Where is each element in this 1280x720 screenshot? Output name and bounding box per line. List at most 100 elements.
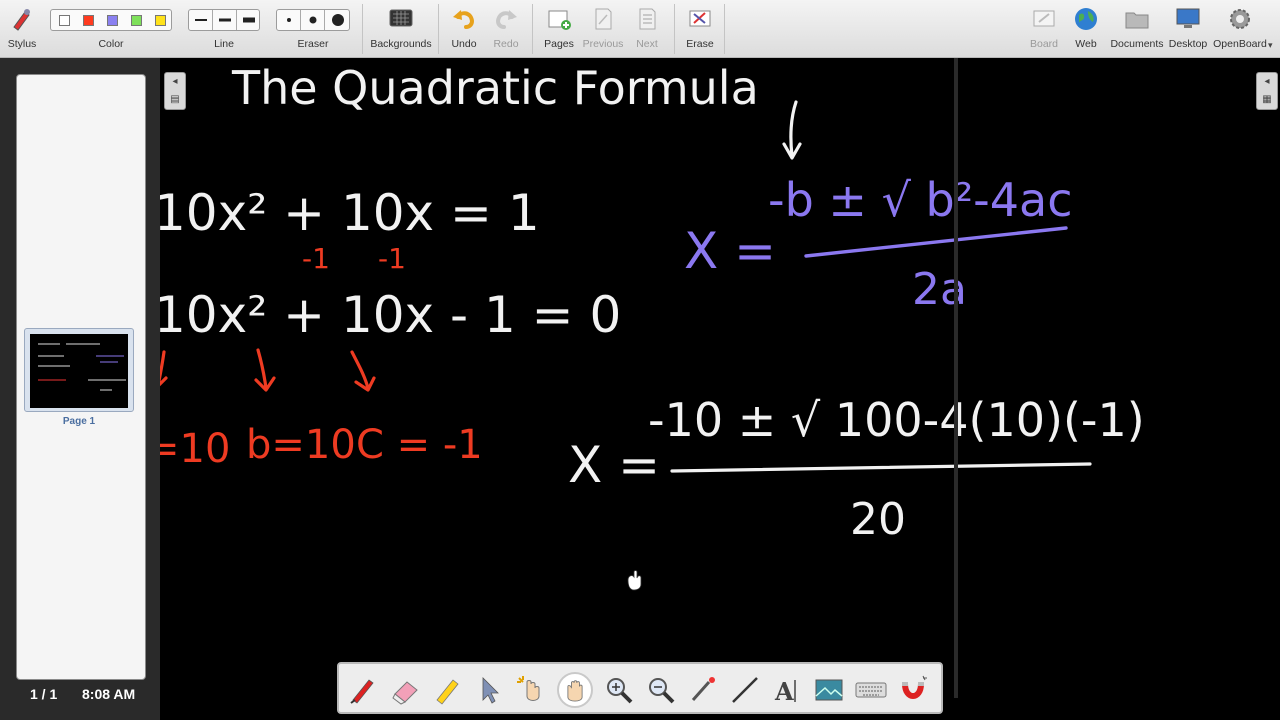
interact-icon[interactable] [513, 672, 549, 708]
formula-fraction-bar [804, 226, 1068, 258]
floating-tool-palette: A [337, 662, 943, 714]
openboard-menu-button[interactable]: OpenBoard [1210, 0, 1270, 58]
swatch-yellow[interactable] [155, 15, 166, 26]
line-medium[interactable] [213, 10, 237, 30]
arrow-to-b [254, 348, 276, 392]
globe-icon [1075, 8, 1097, 30]
formula-lhs: X = [684, 222, 776, 280]
color-picker[interactable]: Color [48, 0, 174, 58]
svg-text:A: A [774, 677, 794, 706]
swatch-green[interactable] [131, 15, 142, 26]
separator [362, 4, 363, 54]
separator [674, 4, 675, 54]
monitor-icon [1176, 8, 1200, 28]
substitution-denominator: 20 [850, 494, 906, 545]
collapse-left-panel-tab[interactable]: ◂ ▤ [164, 72, 186, 110]
line-width-bar [188, 9, 260, 31]
previous-page-button[interactable]: Previous [582, 0, 624, 58]
formula-denominator: 2a [912, 264, 967, 315]
erase-board-icon [689, 10, 711, 27]
magnet-icon[interactable] [895, 672, 931, 708]
stylus-icon [13, 9, 30, 31]
substitution-numerator: -10 ± √ 100-4(10)(-1) [648, 393, 1145, 447]
eraser-size-bar [276, 9, 350, 31]
chevron-left-icon: ◂ [1264, 76, 1270, 87]
board-title: The Quadratic Formula [231, 61, 759, 115]
equation-1: 10x² + 10x = 1 [160, 184, 540, 242]
capture-icon[interactable] [811, 672, 847, 708]
page-thumbnail[interactable] [24, 328, 134, 412]
coefficient-a: =10 [160, 426, 230, 472]
stylus-button[interactable]: Stylus [4, 0, 40, 58]
subtract-one-right: -1 [378, 242, 406, 275]
next-page-button[interactable]: Next [626, 0, 668, 58]
eraser-medium[interactable] [301, 10, 325, 30]
text-icon[interactable]: A [769, 672, 805, 708]
separator [438, 4, 439, 54]
main-toolbar: Stylus Color Line Eraser Backgrounds Und… [0, 0, 1280, 58]
folder-icon [1125, 12, 1149, 29]
hand-tool-button[interactable] [557, 672, 593, 708]
line-icon[interactable] [727, 672, 763, 708]
board-button[interactable]: Board [1024, 0, 1064, 58]
selector-icon[interactable] [471, 672, 507, 708]
coefficient-b: b=10 [246, 422, 356, 468]
eraser-size-picker[interactable]: Eraser [274, 0, 352, 58]
keyboard-icon[interactable] [853, 672, 889, 708]
thumbnail-label: Page 1 [62, 416, 96, 427]
swatch-red[interactable] [83, 15, 94, 26]
line-thin[interactable] [189, 10, 213, 30]
board-icon [1033, 10, 1055, 27]
board-ink: The Quadratic Formula V 10x² + 10x = 1 -… [160, 58, 1145, 698]
substitution-fraction-bar [670, 462, 1092, 473]
equation-2: 10x² + 10x - 1 = 0 [160, 286, 621, 344]
erase-button[interactable]: Erase [680, 0, 720, 58]
pointer-arrow [782, 100, 802, 160]
page-icon: ▤ [170, 94, 180, 105]
previous-page-icon [595, 8, 612, 30]
pen-icon[interactable] [345, 672, 381, 708]
eraser-large[interactable] [325, 10, 351, 30]
expand-menu-icon[interactable]: ▾ [1268, 40, 1273, 51]
laser-pointer-icon[interactable] [685, 672, 721, 708]
line-thick[interactable] [237, 10, 261, 30]
eraser-small[interactable] [277, 10, 301, 30]
zoom-in-icon[interactable] [601, 672, 637, 708]
subtract-one-left: -1 [302, 242, 330, 275]
line-width-picker[interactable]: Line [186, 0, 262, 58]
arrow-to-a [160, 350, 168, 387]
page-thumbnail-preview [30, 334, 128, 408]
chevron-left-icon: ◂ [172, 76, 178, 87]
separator [724, 4, 725, 54]
hand-cursor-icon [627, 570, 642, 591]
formula-numerator: -b ± √ b²-4ac [768, 173, 1073, 227]
arrow-to-c [350, 350, 376, 392]
marker-icon[interactable] [429, 672, 465, 708]
separator [532, 4, 533, 54]
zoom-out-icon[interactable] [643, 672, 679, 708]
hand-icon [567, 680, 583, 702]
next-page-icon [639, 8, 656, 30]
substitution-lhs: X = [568, 436, 660, 494]
documents-button[interactable]: Documents [1108, 0, 1166, 58]
redo-icon [495, 10, 517, 29]
undo-icon [453, 10, 475, 29]
desktop-button[interactable]: Desktop [1166, 0, 1210, 58]
library-icon: ▦ [1262, 94, 1272, 105]
coefficient-c: C = -1 [356, 422, 483, 468]
color-swatch-bar [50, 9, 172, 31]
swatch-white[interactable] [59, 15, 70, 26]
redo-button[interactable]: Redo [486, 0, 526, 58]
swatch-purple[interactable] [107, 15, 118, 26]
web-button[interactable]: Web [1066, 0, 1106, 58]
page-counter: 1 / 1 [30, 686, 58, 702]
pages-button[interactable]: Pages [538, 0, 580, 58]
whiteboard-canvas[interactable]: The Quadratic Formula V 10x² + 10x = 1 -… [160, 58, 1280, 720]
backgrounds-icon [389, 9, 413, 27]
eraser-icon[interactable] [387, 672, 423, 708]
clock: 8:08 AM [82, 686, 136, 702]
collapse-right-panel-tab[interactable]: ◂ ▦ [1256, 72, 1278, 110]
add-page-icon [548, 10, 571, 30]
undo-button[interactable]: Undo [444, 0, 484, 58]
backgrounds-button[interactable]: Backgrounds [368, 0, 434, 58]
